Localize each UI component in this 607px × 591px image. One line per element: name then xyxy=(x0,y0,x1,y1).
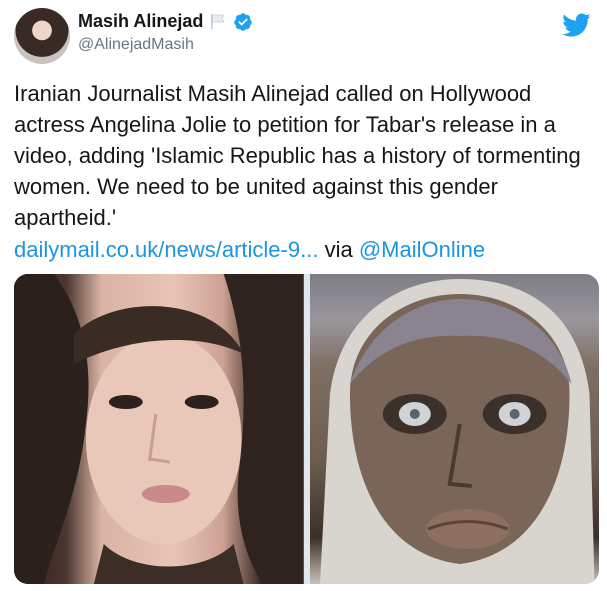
mention-link[interactable]: @MailOnline xyxy=(359,237,485,262)
tweet-header: Masih Alinejad @AlinejadMasih xyxy=(14,8,593,66)
verified-icon xyxy=(233,12,253,32)
author-name-row[interactable]: Masih Alinejad xyxy=(78,11,253,32)
display-name[interactable]: Masih Alinejad xyxy=(78,11,203,32)
handle[interactable]: @AlinejadMasih xyxy=(78,36,253,54)
via-label: via xyxy=(324,237,353,262)
avatar[interactable] xyxy=(14,8,70,64)
author-names: Masih Alinejad @AlinejadMasih xyxy=(78,11,253,54)
tweet-links: dailymail.co.uk/news/article-9... via @M… xyxy=(14,234,485,265)
media-grid xyxy=(14,274,599,584)
flag-icon xyxy=(209,13,227,30)
photo-right[interactable] xyxy=(309,274,599,584)
tweet-text: Iranian Journalist Masih Alinejad called… xyxy=(14,81,581,230)
photo-left[interactable] xyxy=(14,274,304,584)
photo-left-art xyxy=(14,274,304,584)
twitter-bird-icon[interactable] xyxy=(559,10,593,40)
article-link[interactable]: dailymail.co.uk/news/article-9... xyxy=(14,237,318,262)
photo-right-art xyxy=(319,279,595,584)
